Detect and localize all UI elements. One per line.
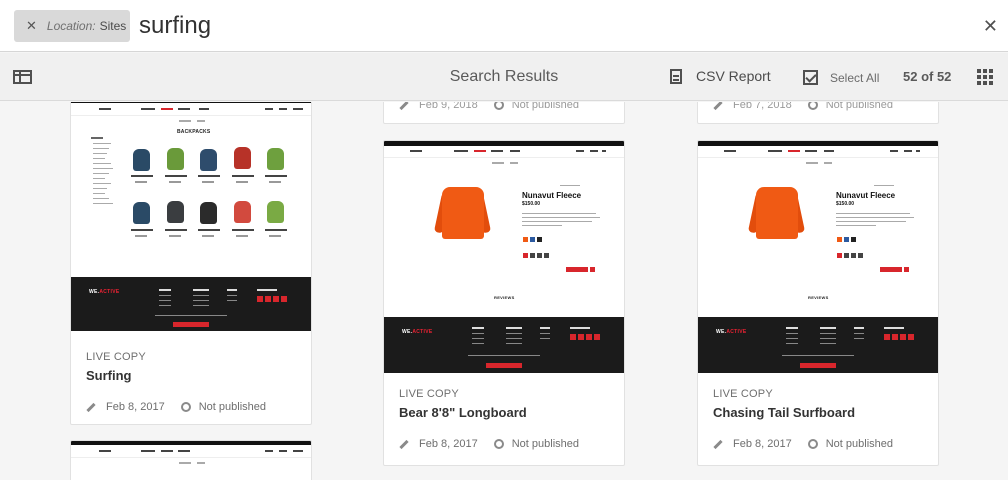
thumbnail-logo: WE.ACTIVE <box>402 329 433 335</box>
view-switcher-grid-icon[interactable] <box>977 69 993 85</box>
product-price: $150.00 <box>836 201 855 207</box>
product-name: Nunavut Fleece <box>836 191 896 200</box>
reviews-heading: REVIEWS <box>494 295 515 300</box>
publish-status: Not published <box>511 438 579 450</box>
search-bar: ✕ Location: Sites surfing ✕ <box>0 0 1008 52</box>
result-card[interactable]: Nunavut Fleece $150.00 REVIEWS WE.ACTIVE <box>697 140 939 466</box>
result-card[interactable]: BACKPACKS WE.ACTIVE LIVE COPY Surfing Fe… <box>70 102 312 425</box>
modified-date: Feb 8, 2017 <box>733 438 792 450</box>
thumbnail-section-title: BACKPACKS <box>177 129 211 135</box>
card-title: Surfing <box>86 368 132 383</box>
product-name: Nunavut Fleece <box>522 191 582 200</box>
publish-status: Not published <box>825 102 893 111</box>
publish-status: Not published <box>825 438 893 450</box>
card-title: Chasing Tail Surfboard <box>713 405 856 420</box>
modified-date: Feb 9, 2018 <box>419 102 478 111</box>
rail-toggle-icon[interactable] <box>13 70 32 84</box>
report-icon <box>670 68 682 84</box>
pencil-icon <box>399 102 409 110</box>
filter-key: Location: <box>46 19 96 33</box>
modified-date: Feb 8, 2017 <box>106 401 165 413</box>
pencil-icon <box>713 102 723 110</box>
globe-icon <box>807 102 818 110</box>
card-thumbnail: BACKPACKS WE.ACTIVE <box>71 102 311 331</box>
globe-icon <box>180 402 191 412</box>
result-card[interactable]: Feb 9, 2018 Not published <box>383 102 625 124</box>
select-all-label: Select All <box>830 70 880 85</box>
thumbnail-logo: WE.ACTIVE <box>89 289 120 295</box>
close-icon[interactable]: ✕ <box>26 18 37 34</box>
result-card[interactable]: Feb 7, 2018 Not published <box>697 102 939 124</box>
pencil-icon <box>399 439 409 449</box>
reviews-heading: REVIEWS <box>808 295 829 300</box>
globe-icon <box>493 439 504 449</box>
publish-status: Not published <box>511 102 579 111</box>
modified-date: Feb 7, 2018 <box>733 102 792 111</box>
toolbar: Search Results CSV Report Select All 52 … <box>0 53 1008 101</box>
globe-icon <box>807 439 818 449</box>
filter-value: Sites <box>99 19 127 33</box>
card-type: LIVE COPY <box>399 388 459 400</box>
modified-date: Feb 8, 2017 <box>419 438 478 450</box>
product-price: $150.00 <box>522 201 541 207</box>
checkbox-icon <box>803 70 818 85</box>
card-type: LIVE COPY <box>86 351 146 363</box>
result-card[interactable] <box>70 440 312 480</box>
csv-report-button[interactable]: CSV Report <box>670 68 771 84</box>
result-card[interactable]: Nunavut Fleece $150.00 REVIEWS WE.ACTIVE <box>383 140 625 466</box>
card-thumbnail: Nunavut Fleece $150.00 REVIEWS WE.ACTIVE <box>698 141 938 373</box>
pencil-icon <box>713 439 723 449</box>
result-count: 52 of 52 <box>903 69 952 84</box>
pencil-icon <box>86 402 96 412</box>
card-thumbnail <box>71 441 311 480</box>
results-grid: BACKPACKS WE.ACTIVE LIVE COPY Surfing Fe… <box>0 102 1008 480</box>
search-input[interactable]: surfing <box>139 12 211 40</box>
publish-status: Not published <box>198 401 266 413</box>
thumbnail-logo: WE.ACTIVE <box>716 329 747 335</box>
card-thumbnail: Nunavut Fleece $150.00 REVIEWS WE.ACTIVE <box>384 141 624 373</box>
card-title: Bear 8'8" Longboard <box>399 405 527 420</box>
card-type: LIVE COPY <box>713 388 773 400</box>
globe-icon <box>493 102 504 110</box>
close-icon[interactable]: ✕ <box>983 16 998 37</box>
select-all-button[interactable]: Select All <box>803 70 879 85</box>
csv-report-label: CSV Report <box>696 68 771 84</box>
location-filter-tag[interactable]: ✕ Location: Sites <box>14 10 130 42</box>
